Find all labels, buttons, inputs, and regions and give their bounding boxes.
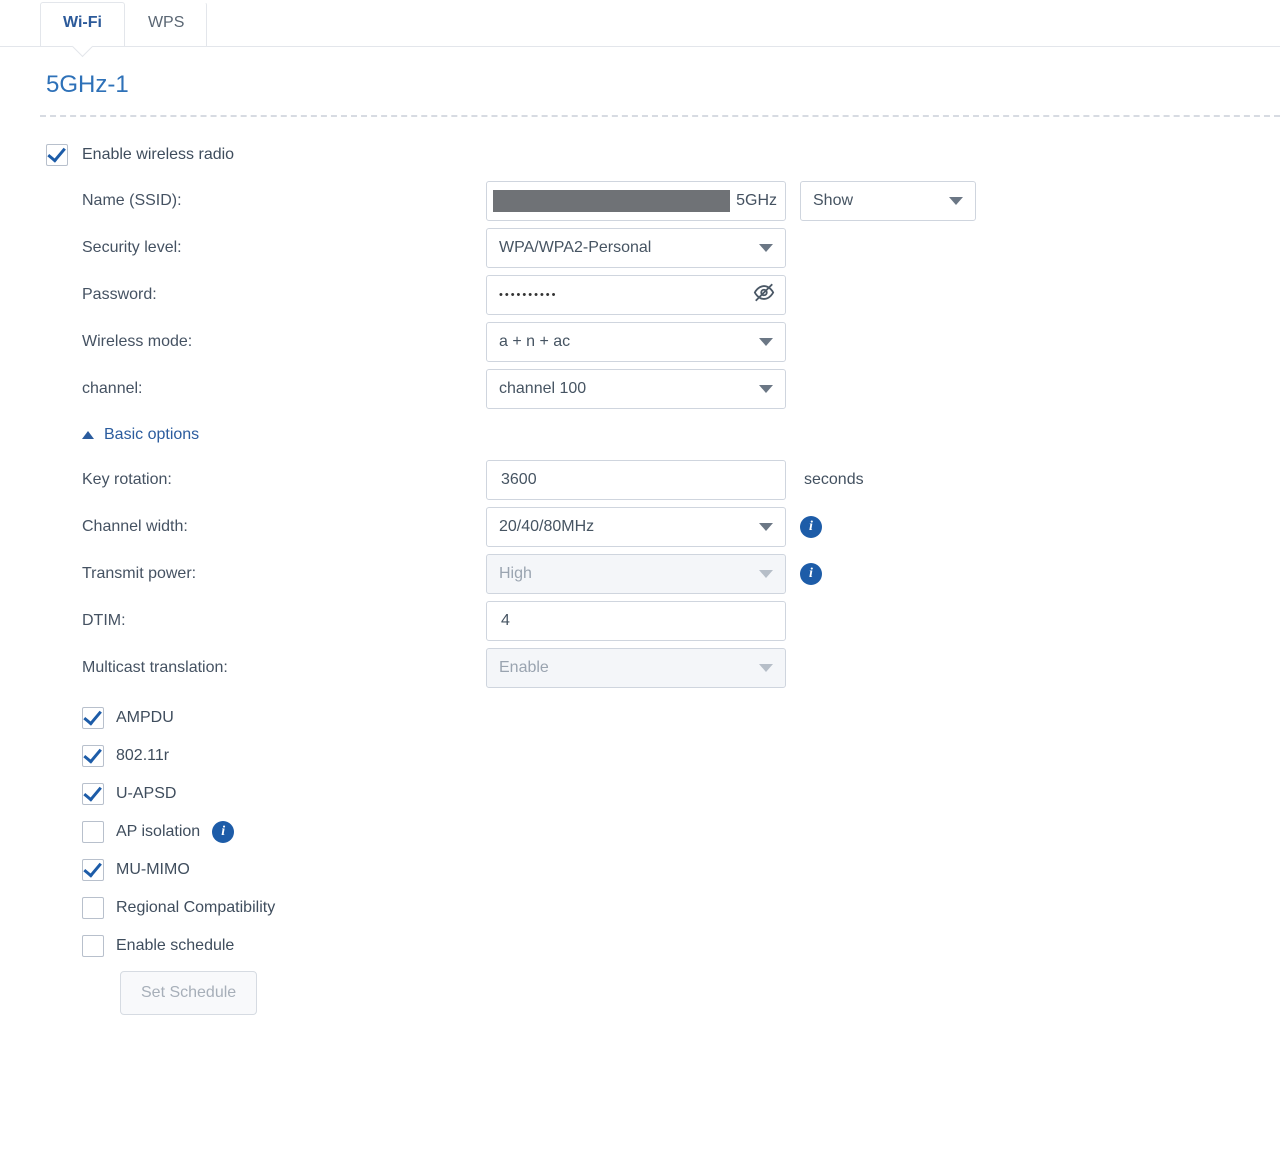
chevron-down-icon	[949, 197, 963, 205]
mumimo-checkbox[interactable]	[82, 859, 104, 881]
uapsd-checkbox[interactable]	[82, 783, 104, 805]
security-select[interactable]: WPA/WPA2-Personal	[486, 228, 786, 268]
chevron-down-icon	[759, 664, 773, 672]
tab-wps[interactable]: WPS	[125, 2, 207, 46]
regional-compat-checkbox[interactable]	[82, 897, 104, 919]
ampdu-label: AMPDU	[116, 709, 174, 727]
info-icon[interactable]	[800, 516, 822, 538]
chevron-down-icon	[759, 523, 773, 531]
ampdu-checkbox[interactable]	[82, 707, 104, 729]
multicast-select: Enable	[486, 648, 786, 688]
ssid-visibility-select[interactable]: Show	[800, 181, 976, 221]
regional-compat-label: Regional Compatibility	[116, 899, 275, 917]
wireless-mode-select[interactable]: a + n + ac	[486, 322, 786, 362]
mumimo-label: MU-MIMO	[116, 861, 190, 879]
ssid-input[interactable]: 5GHz	[486, 181, 786, 221]
enable-schedule-label: Enable schedule	[116, 937, 234, 955]
ap-isolation-label: AP isolation	[116, 823, 200, 841]
ssid-suffix: 5GHz	[736, 192, 777, 210]
dtim-input[interactable]	[486, 601, 786, 641]
channel-select[interactable]: channel 100	[486, 369, 786, 409]
enable-schedule-checkbox[interactable]	[82, 935, 104, 957]
section-title-5ghz: 5GHz-1	[0, 47, 1280, 115]
channel-width-select[interactable]: 20/40/80MHz	[486, 507, 786, 547]
wireless-mode-label: Wireless mode:	[46, 333, 486, 351]
chevron-down-icon	[759, 385, 773, 393]
uapsd-label: U-APSD	[116, 785, 176, 803]
ap-isolation-checkbox[interactable]	[82, 821, 104, 843]
enable-radio-checkbox[interactable]	[46, 144, 68, 166]
ssid-label: Name (SSID):	[46, 192, 486, 210]
section-separator	[40, 115, 1280, 117]
transmit-power-label: Transmit power:	[46, 565, 486, 583]
chevron-down-icon	[759, 570, 773, 578]
chevron-up-icon	[82, 431, 94, 439]
tabs: Wi-Fi WPS	[0, 0, 1280, 47]
key-rotation-unit: seconds	[804, 471, 864, 489]
eye-off-icon[interactable]	[753, 281, 775, 308]
set-schedule-button: Set Schedule	[120, 971, 257, 1015]
chevron-down-icon	[759, 338, 773, 346]
password-masked: ••••••••••	[499, 289, 558, 301]
ssid-redacted	[493, 190, 730, 212]
80211r-checkbox[interactable]	[82, 745, 104, 767]
80211r-label: 802.11r	[116, 747, 169, 765]
info-icon[interactable]	[800, 563, 822, 585]
basic-options-label: Basic options	[104, 426, 199, 444]
chevron-down-icon	[759, 244, 773, 252]
multicast-label: Multicast translation:	[46, 659, 486, 677]
basic-options-toggle[interactable]: Basic options	[46, 412, 1280, 456]
transmit-power-select: High	[486, 554, 786, 594]
channel-width-label: Channel width:	[46, 518, 486, 536]
channel-label: channel:	[46, 380, 486, 398]
security-label: Security level:	[46, 239, 486, 257]
password-label: Password:	[46, 286, 486, 304]
enable-radio-label: Enable wireless radio	[82, 146, 234, 164]
key-rotation-label: Key rotation:	[46, 471, 486, 489]
info-icon[interactable]	[212, 821, 234, 843]
password-input[interactable]: ••••••••••	[486, 275, 786, 315]
tab-wifi[interactable]: Wi-Fi	[40, 2, 125, 46]
dtim-label: DTIM:	[46, 612, 486, 630]
key-rotation-input[interactable]	[486, 460, 786, 500]
